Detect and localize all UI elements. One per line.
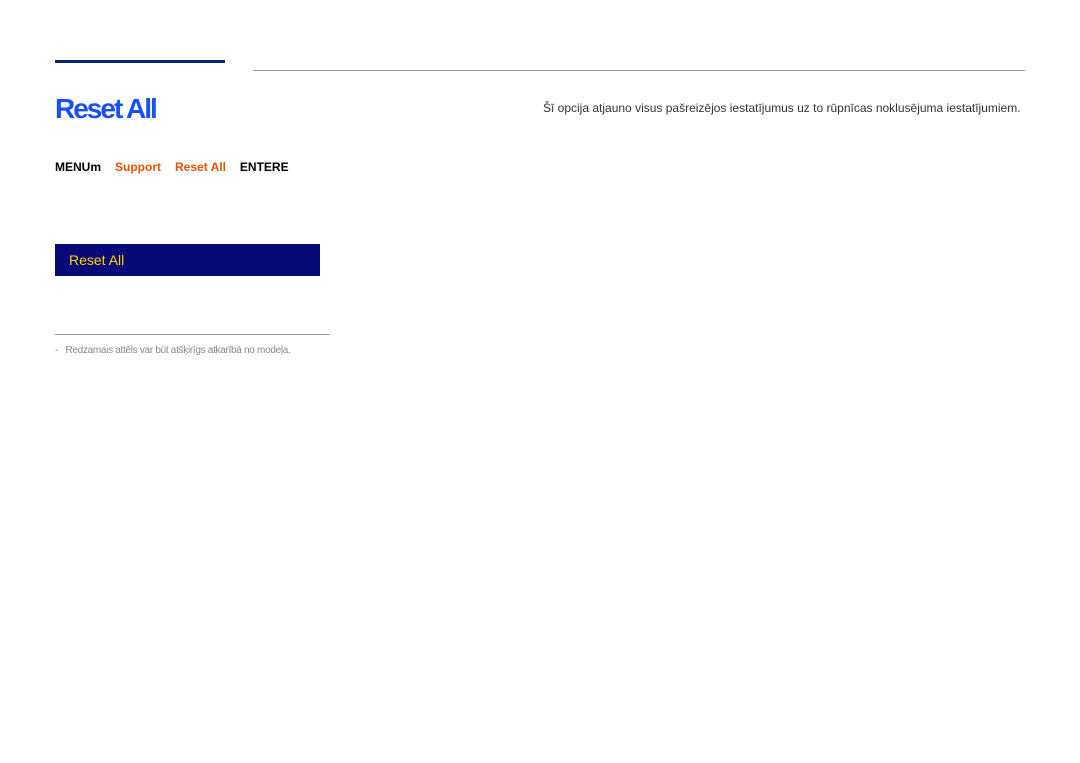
menu-item-reset-all[interactable]: Reset All [55,244,320,276]
breadcrumb-enter: ENTERE [240,160,289,174]
description-text: Šī opcija atjauno visus pašreizējos iest… [543,101,1025,115]
menu-suffix: m [90,160,101,174]
breadcrumb: MENUm Support Reset All ENTERE [55,160,330,174]
left-column: Reset All MENUm Support Reset All ENTERE… [55,60,330,356]
footnote: - Redzamais attēls var būt atšķirīgs atk… [55,345,330,356]
right-column: Šī opcija atjauno visus pašreizējos iest… [253,70,1025,115]
header-accent-bar [55,60,225,63]
breadcrumb-menu: MENUm [55,160,101,174]
enter-suffix: E [281,160,289,174]
left-divider [55,334,330,335]
footnote-text: Redzamais attēls var būt atšķirīgs atkar… [65,345,290,356]
breadcrumb-reset: Reset All [175,160,226,174]
breadcrumb-support: Support [115,160,161,174]
footnote-dash: - [55,345,63,356]
right-divider [253,70,1025,71]
page-title: Reset All [55,93,330,125]
menu-panel: Reset All [55,244,320,276]
menu-label: MENU [55,160,90,174]
enter-label: ENTER [240,160,281,174]
